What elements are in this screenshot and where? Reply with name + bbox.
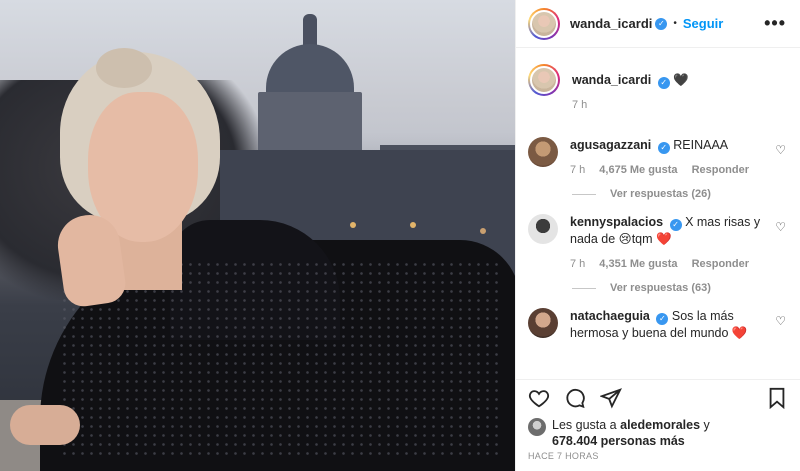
commenter-avatar[interactable]: [528, 308, 558, 338]
instagram-post: wanda_icardi ✓ • Seguir ••• wanda_icardi…: [0, 0, 800, 471]
caption: wanda_icardi ✓ 🖤 7 h: [528, 64, 786, 111]
comment-item: natachaeguia ✓ Sos la más hermosa y buen…: [528, 308, 786, 342]
post-photo[interactable]: [0, 0, 515, 471]
post-sidebar: wanda_icardi ✓ • Seguir ••• wanda_icardi…: [515, 0, 800, 471]
verified-icon: ✓: [669, 219, 682, 231]
caption-text: 🖤: [673, 73, 689, 87]
comment-likes[interactable]: 4,351 Me gusta: [599, 258, 677, 270]
caption-username[interactable]: wanda_icardi: [572, 73, 651, 87]
comment-time[interactable]: 7 h: [570, 164, 585, 176]
comments-list: wanda_icardi ✓ 🖤 7 h agusagazzani ✓ REIN…: [516, 48, 800, 379]
caption-time[interactable]: 7 h: [572, 99, 587, 111]
verified-icon: ✓: [656, 313, 669, 325]
author-avatar[interactable]: [528, 7, 560, 40]
verified-icon: ✓: [657, 142, 670, 154]
comment-text: REINAAA: [673, 138, 729, 152]
commenter-avatar[interactable]: [528, 214, 558, 244]
comment-username[interactable]: kennyspalacios: [570, 215, 663, 229]
comment-heart-icon[interactable]: ♡: [775, 314, 786, 328]
author-username[interactable]: wanda_icardi: [570, 16, 652, 31]
commenter-avatar[interactable]: [528, 137, 558, 167]
comment-heart-icon[interactable]: ♡: [775, 220, 786, 234]
separator-dot: •: [673, 18, 677, 29]
likes-summary: Les gusta a aledemorales y 678.404 perso…: [516, 415, 800, 451]
reply-button[interactable]: Responder: [692, 258, 749, 270]
comment-heart-icon[interactable]: ♡: [775, 143, 786, 157]
action-bar: [516, 379, 800, 415]
more-options-icon[interactable]: •••: [764, 13, 786, 34]
view-replies-button[interactable]: Ver respuestas (26): [572, 188, 786, 200]
follow-button[interactable]: Seguir: [683, 16, 723, 31]
post-header: wanda_icardi ✓ • Seguir •••: [516, 0, 800, 48]
bookmark-icon[interactable]: [766, 387, 788, 409]
verified-icon: ✓: [655, 17, 668, 30]
share-icon[interactable]: [600, 387, 622, 409]
likes-count[interactable]: 678.404 personas más: [552, 434, 685, 448]
liker-username[interactable]: aledemorales: [620, 418, 700, 432]
comment-item: agusagazzani ✓ REINAAA 7 h 4,675 Me gust…: [528, 137, 786, 200]
comment-username[interactable]: agusagazzani: [570, 138, 651, 152]
comment-username[interactable]: natachaeguia: [570, 309, 650, 323]
caption-avatar[interactable]: [528, 64, 560, 96]
verified-icon: ✓: [657, 77, 670, 89]
view-replies-button[interactable]: Ver respuestas (63): [572, 282, 786, 294]
comment-icon[interactable]: [564, 387, 586, 409]
comment-time[interactable]: 7 h: [570, 258, 585, 270]
heart-icon[interactable]: [528, 387, 550, 409]
reply-button[interactable]: Responder: [692, 164, 749, 176]
post-timestamp[interactable]: HACE 7 HORAS: [516, 451, 800, 471]
comment-item: kennyspalacios ✓ X mas risas y nada de 😢…: [528, 214, 786, 294]
comment-likes[interactable]: 4,675 Me gusta: [599, 164, 677, 176]
liker-avatar[interactable]: [528, 418, 546, 436]
